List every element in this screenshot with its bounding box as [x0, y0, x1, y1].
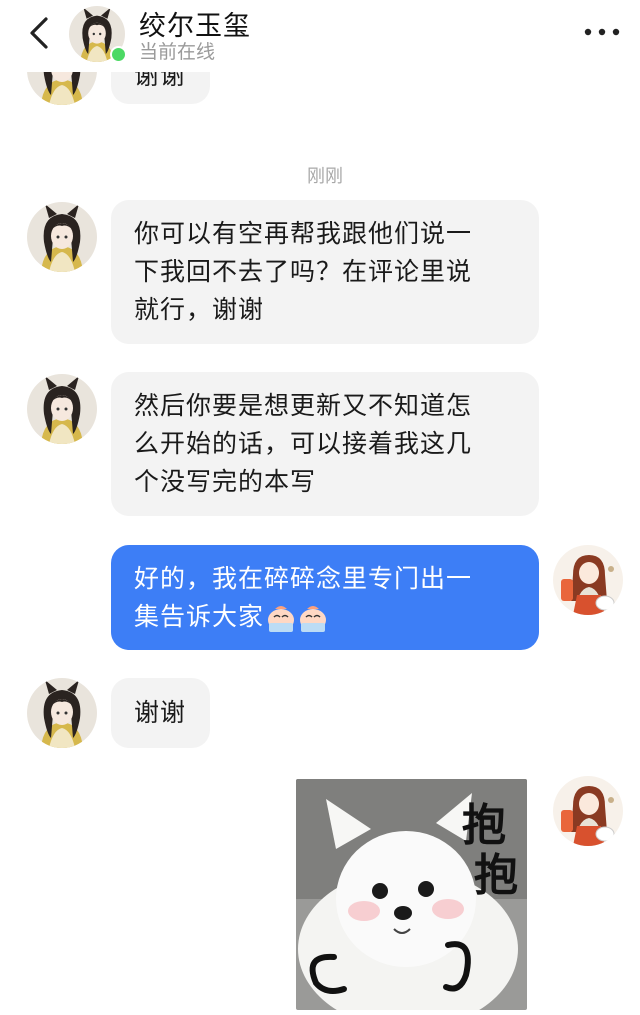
- message-text: 你可以有空再帮我跟他们说一: [134, 219, 473, 248]
- my-avatar[interactable]: [553, 545, 623, 615]
- sticker-caption: 抱: [462, 800, 506, 851]
- contact-avatar[interactable]: [27, 678, 97, 748]
- chat-header: 绞尔玉玺 当前在线: [0, 0, 640, 72]
- online-status-dot: [110, 46, 127, 63]
- crying-emoji-icon: [300, 606, 327, 632]
- message-bubble[interactable]: 谢谢: [111, 678, 210, 748]
- more-options-icon[interactable]: [582, 26, 622, 38]
- message-text: 下我回不去了吗？在评论里说: [134, 257, 473, 286]
- my-message-bubble[interactable]: 好的，我在碎碎念里专门出一 集告诉大家: [111, 545, 539, 650]
- message-text: 么开始的话，可以接着我这几: [134, 429, 473, 458]
- timestamp: 刚刚: [307, 166, 343, 187]
- message-text-with-emoji: 集告诉大家: [134, 598, 539, 636]
- message-text: 然后你要是想更新又不知道怎: [134, 391, 473, 420]
- message-text: 就行，谢谢: [134, 295, 265, 324]
- message-text: 个没写完的本写: [134, 467, 317, 496]
- message-bubble[interactable]: 然后你要是想更新又不知道怎 么开始的话，可以接着我这几 个没写完的本写: [111, 372, 539, 516]
- online-status-text: 当前在线: [139, 41, 216, 63]
- crying-emoji-icon: [268, 606, 295, 632]
- sticker-caption: 抱: [474, 850, 518, 901]
- message-text: 集告诉大家: [134, 602, 265, 631]
- message-text: 谢谢: [134, 698, 187, 727]
- contact-avatar[interactable]: [27, 374, 97, 444]
- message-bubble[interactable]: 你可以有空再帮我跟他们说一 下我回不去了吗？在评论里说 就行，谢谢: [111, 200, 539, 344]
- my-avatar[interactable]: [553, 776, 623, 846]
- sticker-image[interactable]: 抱 抱: [296, 779, 527, 1010]
- contact-avatar[interactable]: [27, 202, 97, 272]
- back-arrow-icon[interactable]: [26, 16, 56, 50]
- message-text: 好的，我在碎碎念里专门出一: [134, 564, 473, 593]
